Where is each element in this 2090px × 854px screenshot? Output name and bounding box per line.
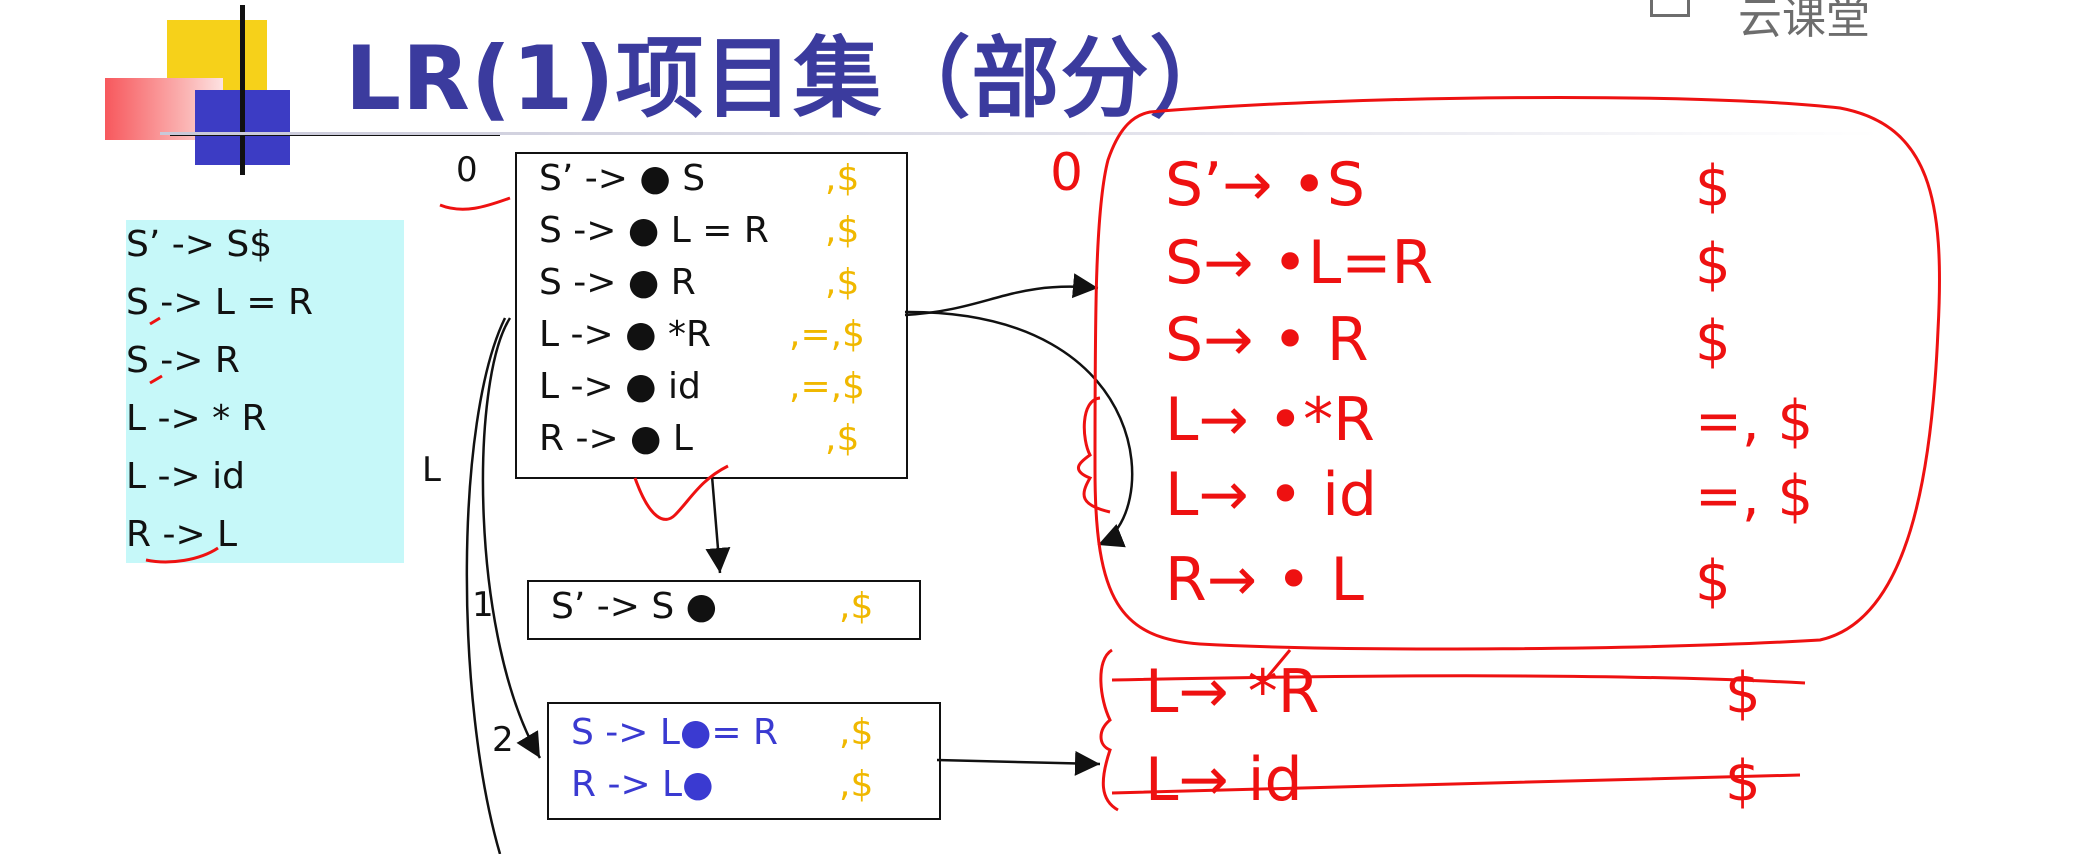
handwritten-struck-lookahead: $ xyxy=(1725,749,1761,814)
handwritten-lookahead: $ xyxy=(1695,549,1731,614)
handwritten-closure-item: L→ • id xyxy=(1165,460,1377,530)
grammar-mark xyxy=(145,546,219,564)
brace-left-struck xyxy=(1099,648,1119,812)
handwritten-struck-item: L→ id xyxy=(1145,745,1303,815)
handwritten-closure-item: S→ • R xyxy=(1165,305,1369,375)
handwritten-struck-lookahead: $ xyxy=(1725,661,1761,726)
arrow-state-2-to-struck xyxy=(936,750,1101,776)
annotation-overlay: 0 S’→ •S $ S→ •L=R $ S→ • R $ L→ •*R =, $ L→ • id… xyxy=(145,95,1941,854)
grammar-mark xyxy=(149,316,161,326)
arrow-state-0-to-closure xyxy=(904,273,1099,317)
handwritten-closure-item: R→ • L xyxy=(1165,545,1364,615)
handwritten-lookahead: $ xyxy=(1695,232,1731,297)
handwritten-lookahead: =, $ xyxy=(1695,389,1813,454)
handwritten-state-number: 0 xyxy=(1050,143,1083,203)
handwritten-lookahead: $ xyxy=(1695,154,1731,219)
arrow-to-state-2 xyxy=(481,317,542,759)
handwritten-lookahead: =, $ xyxy=(1695,464,1813,529)
grammar-mark xyxy=(149,374,163,385)
arrow-closure-loop xyxy=(904,310,1134,548)
handwritten-lookahead: $ xyxy=(1695,309,1731,374)
handwritten-closure-item: S→ •L=R xyxy=(1165,228,1433,298)
arrow-down-offscreen xyxy=(465,317,507,854)
handwritten-closure-item: L→ •*R xyxy=(1165,385,1375,455)
handwritten-struck-item: L→ *R xyxy=(1145,657,1319,727)
state-0-underline xyxy=(439,196,511,211)
handwritten-closure-item: S’→ •S xyxy=(1165,150,1365,220)
arrow-to-state-1 xyxy=(705,475,731,574)
